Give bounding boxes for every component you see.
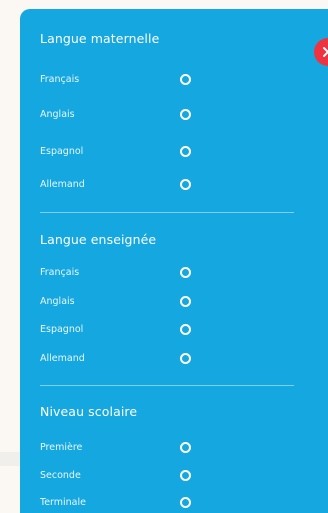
radio-button[interactable] xyxy=(180,296,191,307)
option-langue-enseignee-espagnol[interactable]: Espagnol xyxy=(40,322,290,342)
radio-button[interactable] xyxy=(180,109,191,120)
option-label: Seconde xyxy=(40,470,81,481)
radio-button[interactable] xyxy=(180,497,191,508)
section-title-langue-enseignee: Langue enseignée xyxy=(40,232,157,247)
option-niveau-terminale[interactable]: Terminale xyxy=(40,495,290,513)
option-label: Allemand xyxy=(40,353,85,364)
option-label: Terminale xyxy=(40,497,86,508)
radio-button[interactable] xyxy=(180,353,191,364)
option-label: Anglais xyxy=(40,109,75,120)
option-niveau-premiere[interactable]: Première xyxy=(40,440,290,460)
radio-button[interactable] xyxy=(180,324,191,335)
option-label: Espagnol xyxy=(40,324,84,335)
option-langue-enseignee-anglais[interactable]: Anglais xyxy=(40,294,290,314)
option-label: Français xyxy=(40,74,80,85)
option-label: Français xyxy=(40,267,80,278)
option-label: Anglais xyxy=(40,296,75,307)
section-title-langue-maternelle: Langue maternelle xyxy=(40,31,160,46)
radio-button[interactable] xyxy=(180,74,191,85)
close-icon xyxy=(323,47,328,57)
option-label: Allemand xyxy=(40,179,85,190)
section-divider xyxy=(40,212,294,213)
filter-panel: Langue maternelle Français Anglais Espag… xyxy=(20,9,328,513)
radio-button[interactable] xyxy=(180,470,191,481)
section-divider xyxy=(40,385,294,386)
option-langue-enseignee-allemand[interactable]: Allemand xyxy=(40,351,290,371)
radio-button[interactable] xyxy=(180,146,191,157)
option-niveau-seconde[interactable]: Seconde xyxy=(40,468,290,488)
section-title-niveau-scolaire: Niveau scolaire xyxy=(40,404,138,419)
option-langue-maternelle-anglais[interactable]: Anglais xyxy=(40,107,290,127)
option-langue-enseignee-francais[interactable]: Français xyxy=(40,265,290,285)
radio-button[interactable] xyxy=(180,179,191,190)
radio-button[interactable] xyxy=(180,267,191,278)
option-label: Espagnol xyxy=(40,146,84,157)
radio-button[interactable] xyxy=(180,442,191,453)
option-label: Première xyxy=(40,442,83,453)
close-button[interactable] xyxy=(314,38,328,66)
option-langue-maternelle-allemand[interactable]: Allemand xyxy=(40,177,290,197)
option-langue-maternelle-francais[interactable]: Français xyxy=(40,72,290,92)
option-langue-maternelle-espagnol[interactable]: Espagnol xyxy=(40,144,290,164)
